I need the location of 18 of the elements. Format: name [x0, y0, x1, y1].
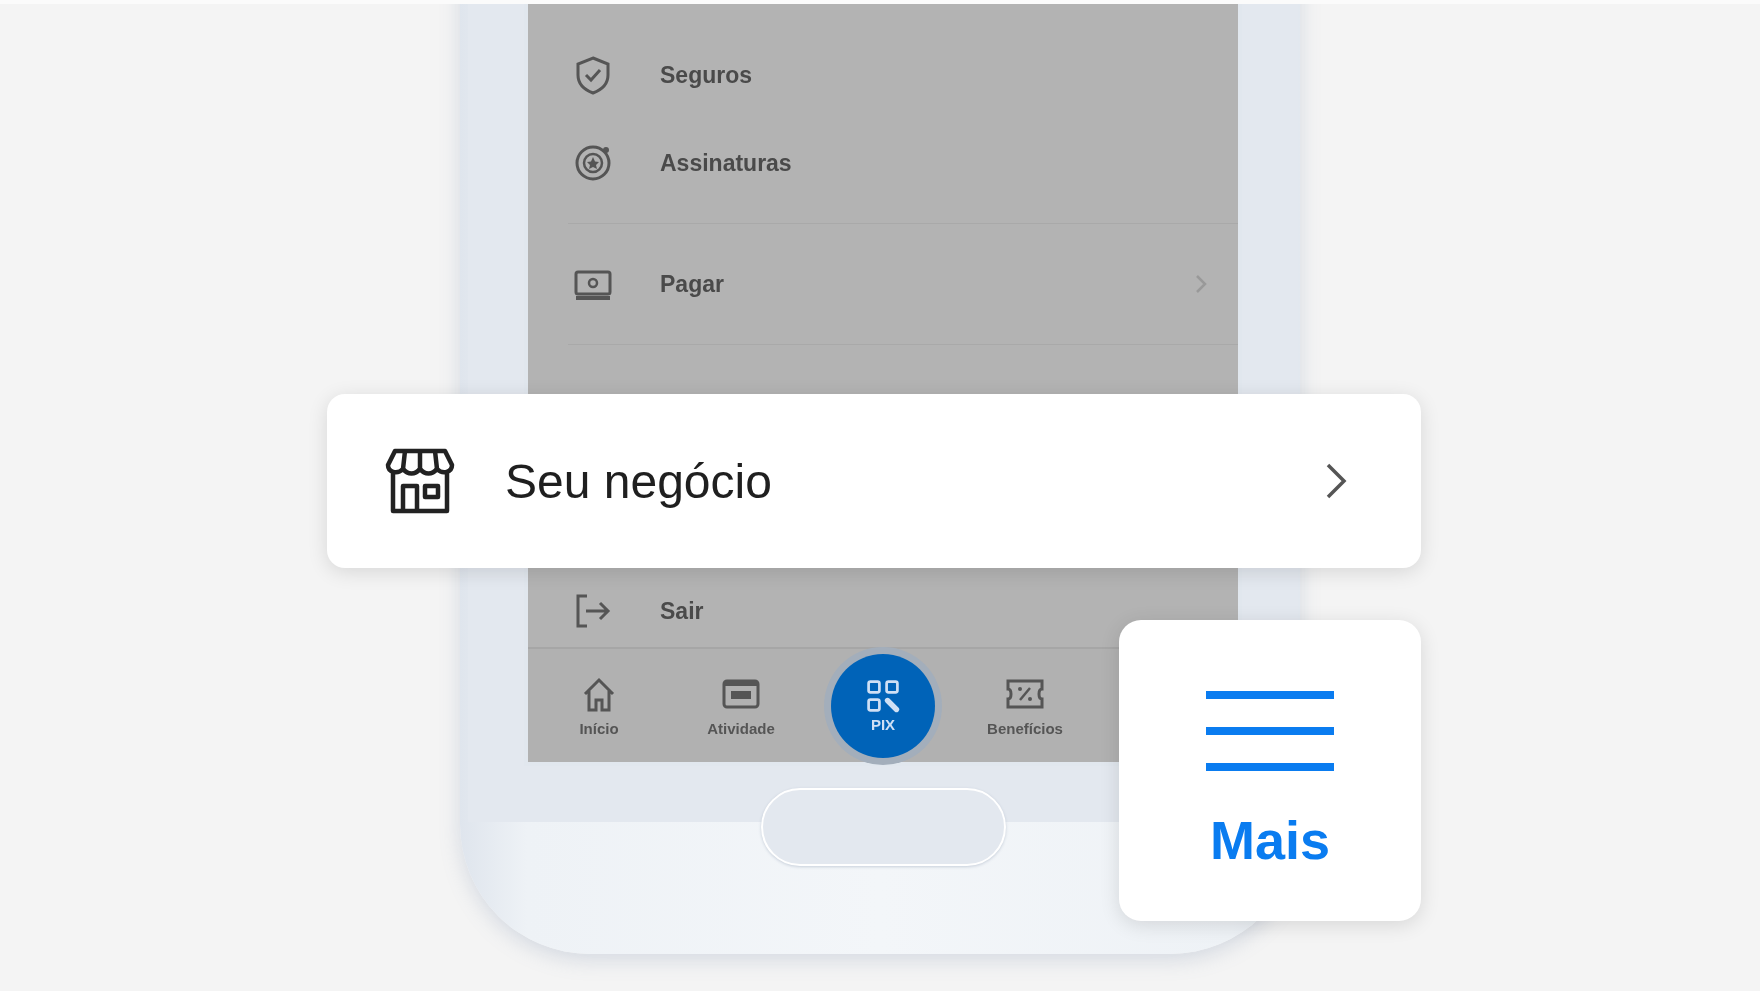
menu-icon — [1206, 690, 1334, 771]
menu-label: Seguros — [660, 61, 754, 89]
more-button[interactable]: Mais — [1119, 620, 1421, 921]
menu-item[interactable]: Seguros — [528, 31, 1238, 119]
star-circle-icon — [573, 143, 613, 183]
menu-item[interactable]: Pagar — [528, 224, 1238, 344]
tab-item[interactable]: Benefícios — [987, 674, 1063, 737]
storefront-icon — [385, 448, 455, 514]
home-button[interactable] — [760, 788, 1006, 866]
menu-item[interactable]: Assinaturas — [528, 119, 1238, 207]
qr-code-icon — [865, 678, 901, 714]
tab-item[interactable]: Início — [579, 674, 619, 737]
chevron-right-icon — [1325, 462, 1347, 500]
menu-label: Pagar — [660, 270, 725, 298]
tab-item[interactable]: Atividade — [707, 674, 775, 737]
menu-label: Assinaturas — [660, 149, 793, 177]
menu-label: Sair — [660, 597, 705, 625]
seu-negocio-item[interactable]: Seu negócio — [327, 394, 1421, 568]
